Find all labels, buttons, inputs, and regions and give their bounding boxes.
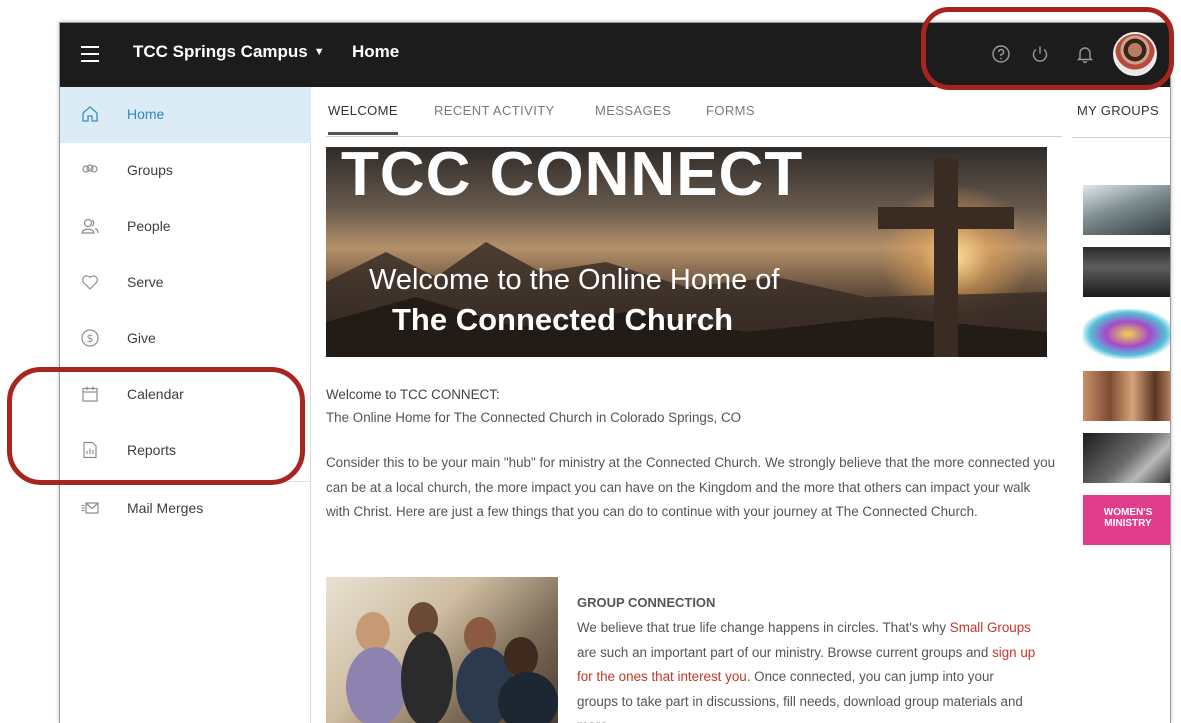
app-window: TCC Springs Campus ▼ Home Home Groups Pe… <box>59 22 1171 723</box>
tab-bar: WELCOME RECENT ACTIVITY MESSAGES FORMS <box>326 87 1062 137</box>
intro-subtitle: The Online Home for The Connected Church… <box>326 410 742 425</box>
intro-paragraph: Consider this to be your main "hub" for … <box>326 455 1056 519</box>
main-content: WELCOME RECENT ACTIVITY MESSAGES FORMS T… <box>312 87 1170 723</box>
cross-image <box>934 159 958 357</box>
hero-subtitle: Welcome to the Online Home of <box>369 264 780 296</box>
people-icon <box>81 218 99 234</box>
my-groups-divider <box>1072 137 1170 138</box>
tab-forms[interactable]: FORMS <box>706 103 755 118</box>
svg-text:$: $ <box>87 332 94 345</box>
group-thumbnail[interactable] <box>1083 247 1170 297</box>
campus-label: TCC Springs Campus <box>133 42 308 61</box>
sidebar-item-label: Home <box>127 106 165 122</box>
sidebar-item-home[interactable]: Home <box>60 87 311 143</box>
sidebar-item-give[interactable]: $ Give <box>60 311 311 367</box>
sidebar-item-groups[interactable]: Groups <box>60 143 311 199</box>
group-connection-title: GROUP CONNECTION <box>577 595 716 610</box>
campus-selector[interactable]: TCC Springs Campus ▼ <box>133 42 325 62</box>
group-thumbnail[interactable] <box>1083 371 1170 421</box>
user-avatar[interactable] <box>1113 32 1157 76</box>
hero-tagline: The Connected Church <box>392 302 734 337</box>
tab-messages[interactable]: MESSAGES <box>595 103 671 118</box>
thumbnail-label: WOMEN'S MINISTRY <box>1103 507 1153 529</box>
calendar-icon <box>82 386 98 402</box>
sidebar-item-mail-merges[interactable]: Mail Merges <box>60 481 311 537</box>
mail-merge-icon <box>81 502 99 514</box>
dollar-icon: $ <box>81 329 99 347</box>
menu-icon[interactable] <box>81 46 99 62</box>
tab-welcome[interactable]: WELCOME <box>328 103 398 135</box>
caret-down-icon: ▼ <box>313 46 325 58</box>
group-photo <box>326 577 558 723</box>
group-thumbnail[interactable] <box>1083 309 1170 359</box>
sidebar-item-reports[interactable]: Reports <box>60 423 311 479</box>
group-thumbnail-womens-ministry[interactable]: WOMEN'S MINISTRY <box>1083 495 1170 545</box>
hero-banner: TCC CONNECT Welcome to the Online Home o… <box>326 147 1047 357</box>
hero-title: TCC CONNECT <box>341 147 804 209</box>
report-icon <box>83 441 97 459</box>
sidebar: Home Groups People Serve $ Give Calendar… <box>60 87 311 723</box>
sidebar-item-label: People <box>127 218 171 234</box>
top-bar: TCC Springs Campus ▼ Home <box>60 23 1170 87</box>
group-connection-text: We believe that true life change happens… <box>577 616 1037 723</box>
groups-icon <box>82 164 98 173</box>
group-thumbnail[interactable] <box>1083 185 1170 235</box>
sidebar-item-label: Reports <box>127 442 177 458</box>
home-icon <box>82 106 98 122</box>
sidebar-item-label: Calendar <box>127 386 184 402</box>
sidebar-item-label: Mail Merges <box>127 500 204 516</box>
sidebar-item-people[interactable]: People <box>60 199 311 255</box>
bell-icon[interactable] <box>1075 44 1095 64</box>
cross-bar <box>878 207 1014 229</box>
tab-recent-activity[interactable]: RECENT ACTIVITY <box>434 103 555 118</box>
help-icon[interactable] <box>991 44 1011 64</box>
sidebar-item-serve[interactable]: Serve <box>60 255 311 311</box>
small-groups-link[interactable]: Small Groups <box>950 620 1031 635</box>
sidebar-item-label: Serve <box>127 274 164 290</box>
gc-text-1: We believe that true life change happens… <box>577 620 947 635</box>
sidebar-item-calendar[interactable]: Calendar <box>60 367 311 423</box>
gc-text-2: are such an important part of our minist… <box>577 644 993 660</box>
breadcrumb: Home <box>352 42 400 61</box>
my-groups-title: MY GROUPS <box>1077 103 1159 118</box>
heart-icon <box>82 275 98 290</box>
power-icon[interactable] <box>1030 44 1050 64</box>
sidebar-item-label: Give <box>127 330 156 346</box>
intro-title: Welcome to TCC CONNECT: <box>326 387 500 402</box>
group-thumbnail[interactable] <box>1083 433 1170 483</box>
sidebar-item-label: Groups <box>127 162 173 178</box>
